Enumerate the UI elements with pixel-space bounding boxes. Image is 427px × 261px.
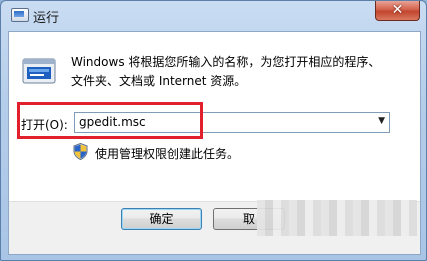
ok-button[interactable]: 确定 — [121, 208, 202, 230]
highlight-annotation — [17, 102, 203, 139]
description-line-2: 文件夹、文档或 Internet 资源。 — [71, 74, 247, 88]
close-icon: ✕ — [391, 2, 404, 18]
blurred-watermark — [257, 200, 417, 236]
description-text: Windows 将根据您所输入的名称，为您打开相应的程序、 文件夹、文档或 In… — [71, 53, 380, 91]
run-app-icon — [11, 8, 29, 22]
run-program-icon — [22, 58, 56, 84]
chevron-down-icon[interactable]: ▼ — [378, 116, 385, 126]
window-title: 运行 — [33, 11, 60, 26]
title-bar[interactable]: 运行 ✕ — [1, 1, 426, 29]
dialog-body: Windows 将根据您所输入的名称，为您打开相应的程序、 文件夹、文档或 In… — [8, 31, 421, 255]
description-line-1: Windows 将根据您所输入的名称，为您打开相应的程序、 — [71, 55, 381, 69]
uac-shield-icon — [73, 143, 88, 160]
run-dialog: 运行 ✕ Windows 将根据您所输入的名称，为您打开相应的程序、 文件夹、文… — [0, 0, 427, 261]
admin-note: 使用管理权限创建此任务。 — [95, 147, 240, 161]
close-button[interactable]: ✕ — [375, 1, 420, 21]
